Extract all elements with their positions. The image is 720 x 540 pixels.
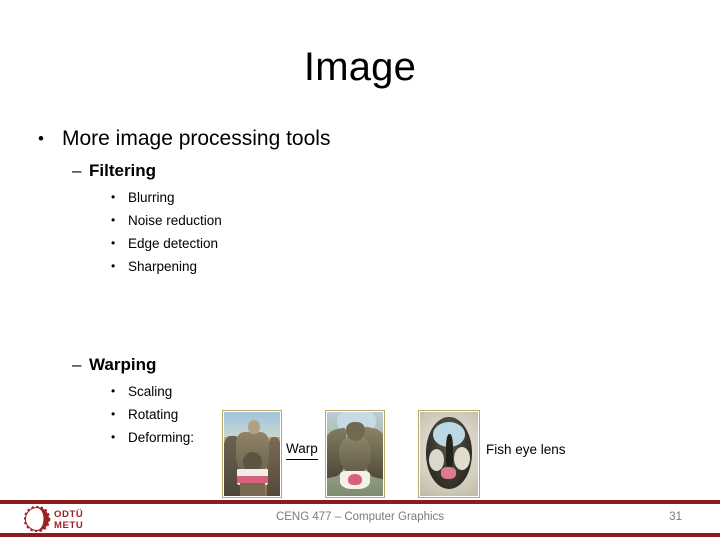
dash-marker: – — [72, 355, 82, 374]
bullet-marker: • — [111, 213, 116, 227]
bullet-marker: • — [111, 190, 116, 204]
list-item-label: Noise reduction — [128, 213, 222, 228]
person-shorts-band — [237, 475, 268, 484]
photo-original-beach — [222, 410, 282, 498]
fisheye-center-figure — [445, 433, 454, 468]
bullet-marker: • — [111, 259, 116, 273]
list-item: • Blurring — [0, 186, 720, 209]
dash-marker: – — [72, 161, 82, 180]
section-heading-filtering: Filtering — [89, 161, 157, 180]
bullet-marker: • — [38, 129, 44, 148]
bullet-marker: • — [111, 430, 116, 444]
warped-shorts-mark — [348, 474, 362, 486]
list-item-label: Edge detection — [128, 236, 219, 251]
photo-fisheye-content — [420, 412, 478, 496]
fisheye-shorts — [440, 467, 456, 480]
bullet-level2-filtering: – Filtering — [0, 160, 720, 182]
photo-original-content — [224, 412, 280, 496]
bullet-level2-warping: – Warping — [0, 354, 720, 376]
list-item-label: Sharpening — [128, 259, 198, 274]
person-legs — [239, 483, 266, 496]
slide-footer: ODTÜ METU CENG 477 – Computer Graphics 3… — [0, 500, 720, 540]
warped-torso — [339, 435, 371, 475]
warped-head — [346, 422, 366, 441]
bullet-marker: • — [111, 384, 116, 398]
caption-warp: Warp — [286, 440, 318, 460]
bullet-level1-more-image-processing-tools: • More image processing tools — [0, 126, 720, 152]
list-item-label: Rotating — [128, 407, 179, 422]
list-item-label: Deforming: — [128, 430, 195, 445]
footer-page-number: 31 — [669, 511, 682, 523]
list-item: • Edge detection — [0, 232, 720, 255]
footer-rule-top — [0, 500, 720, 504]
list-item: • Sharpening — [0, 255, 720, 278]
list-item: • Scaling — [0, 380, 720, 403]
caption-fish-eye-lens: Fish eye lens — [486, 442, 566, 457]
list-item: • Noise reduction — [0, 209, 720, 232]
bullet-marker: • — [111, 407, 116, 421]
footer-rule-bottom — [0, 533, 720, 537]
person-head — [247, 419, 260, 434]
page-title: Image — [303, 45, 417, 89]
fisheye-right-figure — [454, 447, 470, 470]
bullet-marker: • — [111, 236, 116, 250]
bullet-level1-label: More image processing tools — [62, 127, 331, 150]
photo-warped-content — [327, 412, 383, 496]
slide-body: • More image processing tools – Filterin… — [0, 126, 720, 449]
footer-course-text: CENG 477 – Computer Graphics — [275, 511, 445, 523]
section-filtering: – Filtering • Blurring • Noise reduction… — [0, 160, 720, 278]
list-item-label: Blurring — [128, 190, 175, 205]
list-item-label: Scaling — [128, 384, 173, 399]
photo-warped-beach — [325, 410, 385, 498]
photo-fisheye-beach — [418, 410, 480, 498]
filtering-item-list: • Blurring • Noise reduction • Edge dete… — [0, 186, 720, 278]
section-heading-warping: Warping — [89, 355, 157, 374]
